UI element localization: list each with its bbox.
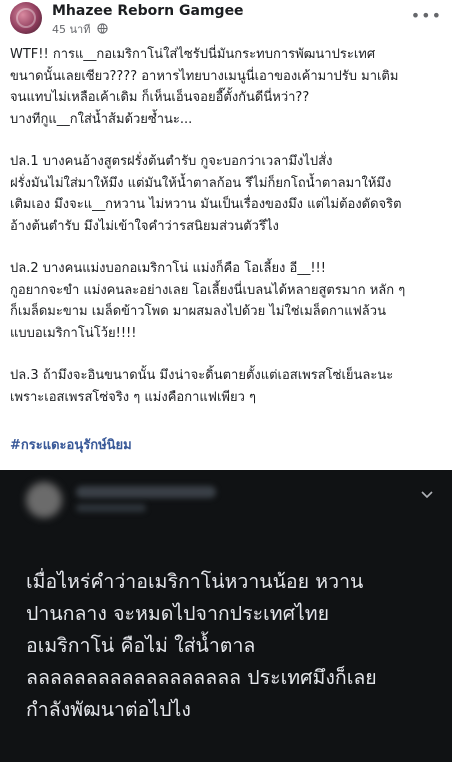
post-meta: 45 นาที [52, 20, 108, 38]
text-line: ปล.2 บางคนแม่งบอกอเมริกาโน่ แม่งก็คือ โอ… [10, 261, 326, 276]
text-line: เติมเอง มึงจะแ__กหวาน ไม่หวาน มันเป็นเรื… [10, 197, 402, 212]
globe-icon [97, 23, 108, 37]
text-line: กูอยากจะขำ แม่งคนละอย่างเลย โอเลี้ยงนี่เ… [10, 282, 406, 298]
blurred-username [76, 486, 216, 498]
blurred-handle [76, 504, 146, 512]
text-line: ปล.1 บางคนอ้างสูตรฝรั่งต้นตำรับ กูจะบอกว… [10, 154, 333, 169]
text-line: ปล.3 ถ้ามึงจะอินขนาดนั้น มึงน่าจะดิ้นตาย… [10, 368, 394, 383]
text-line: ขนาดนั้นเลยเซียว???? อาหารไทยบางเมนูนี่เ… [10, 68, 399, 84]
post-header: Mhazee Reborn Gamgee 45 นาที ••• [10, 2, 442, 36]
tweet-line: กำลังพัฒนาต่อไปไง [26, 698, 191, 721]
chevron-down-icon [420, 488, 434, 504]
text-line: อ้างต้นตำรับ มึงไม่เข้าใจคำว่ารสนิยมส่วน… [10, 218, 279, 234]
post-time[interactable]: 45 นาที [52, 23, 90, 36]
facebook-post: Mhazee Reborn Gamgee 45 นาที ••• WTF!! ก… [0, 0, 452, 470]
tweet-line: อเมริกาโน่ คือไม่ ใส่น้ำตาล [26, 634, 256, 657]
more-icon[interactable]: ••• [411, 6, 442, 25]
text-line: บางทีกูแ__กใส่น้ำส้มด้วยซ้ำนะ... [10, 111, 193, 127]
paragraph-1: WTF!! การแ__กอเมริกาโน่ใส่ไซรัปนี่มันกระ… [10, 44, 444, 130]
text-line: แบบอเมริกาโน่โว้ย!!!! [10, 325, 137, 341]
embedded-tweet-screenshot[interactable]: เมื่อไหร่คำว่าอเมริกาโน่หวานน้อย หวาน ปา… [0, 470, 452, 762]
tweet-line: เมื่อไหร่คำว่าอเมริกาโน่หวานน้อย หวาน [26, 570, 364, 593]
text-line: ฝรั่งมันไม่ใส่มาให้มึง แต่มันให้น้ำตาลก้… [10, 175, 392, 191]
blurred-avatar [26, 482, 62, 518]
text-line: จนแทบไม่เหลือเค้าเดิม ก็เห็นเอ็นจอยอี๊ตั… [10, 90, 310, 105]
post-body: WTF!! การแ__กอเมริกาโน่ใส่ไซรัปนี่มันกระ… [10, 44, 444, 429]
hashtag-link[interactable]: #กระแดะอนุรักษ์นิยม [10, 434, 132, 455]
tweet-line: ปานกลาง จะหมดไปจากประเทศไทย [26, 602, 330, 625]
avatar[interactable] [10, 2, 42, 34]
paragraph-3: ปล.2 บางคนแม่งบอกอเมริกาโน่ แม่งก็คือ โอ… [10, 258, 444, 344]
tweet-text: เมื่อไหร่คำว่าอเมริกาโน่หวานน้อย หวาน ปา… [26, 566, 436, 726]
paragraph-4: ปล.3 ถ้ามึงจะอินขนาดนั้น มึงน่าจะดิ้นตาย… [10, 365, 444, 408]
paragraph-2: ปล.1 บางคนอ้างสูตรฝรั่งต้นตำรับ กูจะบอกว… [10, 151, 444, 237]
text-line: เพราะเอสเพรสโซ่จริง ๆ แม่งคือกาแฟเพียว ๆ [10, 389, 256, 405]
text-line: WTF!! การแ__กอเมริกาโน่ใส่ไซรัปนี่มันกระ… [10, 47, 376, 62]
text-line: ก็เมล็ดมะขาม เมล็ดข้าวโพด มาผสมลงไปด้วย … [10, 304, 386, 319]
author-name[interactable]: Mhazee Reborn Gamgee [52, 3, 244, 19]
tweet-line: ลลลลลลลลลลลลลลลลลล ประเทศมึงก็เลย [26, 666, 377, 689]
